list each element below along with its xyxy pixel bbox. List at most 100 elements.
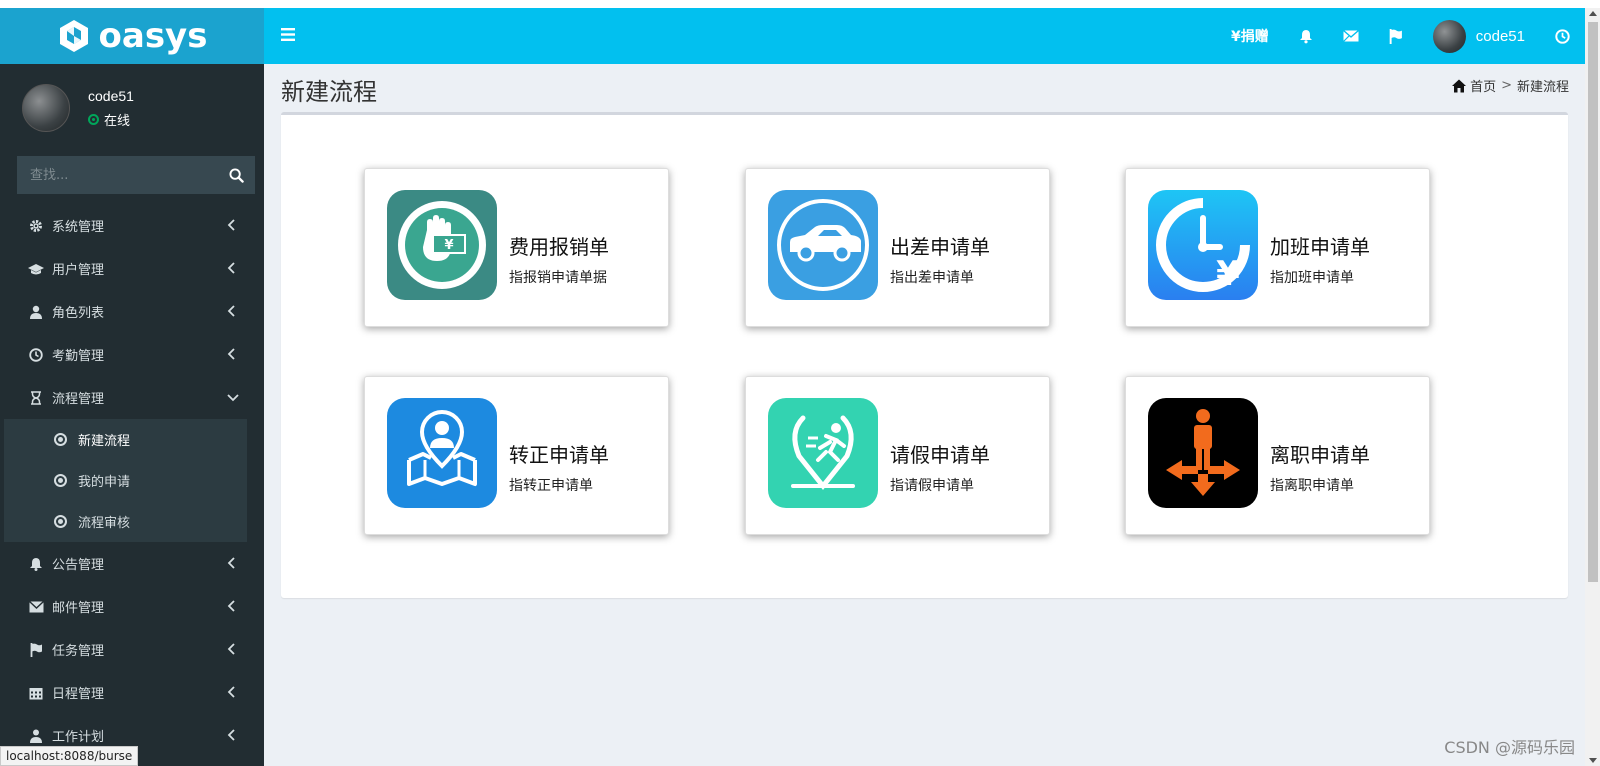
bell-icon xyxy=(1299,29,1312,43)
chevron-left-icon xyxy=(227,348,235,360)
card-subtitle: 指请假申请单 xyxy=(890,478,974,494)
sidebar-item-process[interactable]: 流程管理 xyxy=(0,376,264,419)
donate-link[interactable]: ¥捐赠 xyxy=(1216,8,1284,64)
sidebar-search xyxy=(17,156,255,194)
card-subtitle: 指出差申请单 xyxy=(890,270,974,286)
sidebar-subitem-label: 新建流程 xyxy=(78,434,131,449)
card-subtitle: 指离职申请单 xyxy=(1270,478,1354,494)
sidebar-item-users[interactable]: 用户管理 xyxy=(0,247,264,290)
page-title: 新建流程 xyxy=(281,78,377,106)
scroll-up-icon[interactable] xyxy=(1589,10,1597,18)
hamburger-menu-icon[interactable] xyxy=(281,28,295,41)
sidebar-subitem-label: 流程审核 xyxy=(78,516,131,531)
flag-icon xyxy=(1389,28,1402,44)
messages-button[interactable] xyxy=(1328,8,1374,64)
circle-dot-icon xyxy=(54,433,67,446)
chevron-down-icon xyxy=(227,394,239,402)
breadcrumb-current: 新建流程 xyxy=(1516,80,1569,95)
breadcrumb-separator: > xyxy=(1501,78,1512,93)
sidebar-item-label: 邮件管理 xyxy=(52,601,105,616)
svg-text:¥: ¥ xyxy=(444,238,453,253)
notifications-button[interactable] xyxy=(1284,8,1328,64)
car-icon xyxy=(768,190,878,300)
user-panel: code51 在线 xyxy=(22,84,134,132)
hourglass-icon xyxy=(28,390,44,406)
sidebar-item-attendance[interactable]: 考勤管理 xyxy=(0,333,264,376)
sidebar-item-label: 系统管理 xyxy=(52,220,105,235)
chevron-left-icon xyxy=(227,600,235,612)
sidebar-username: code51 xyxy=(88,87,134,104)
expense-icon: ¥ xyxy=(387,190,497,300)
card-title: 出差申请单 xyxy=(890,235,990,259)
logo-hex-icon xyxy=(59,20,88,52)
sidebar-menu: 系统管理 用户管理 角色列表 考勤管理 流程管理 新建流程 我的申请 流程审核 … xyxy=(0,204,264,757)
sidebar-subitem-new-process[interactable]: 新建流程 xyxy=(4,419,247,460)
sidebar-item-label: 工作计划 xyxy=(52,730,105,745)
sidebar-item-mail[interactable]: 邮件管理 xyxy=(0,585,264,628)
bell-icon xyxy=(28,556,44,572)
scroll-down-icon[interactable] xyxy=(1589,756,1597,764)
envelope-icon xyxy=(1342,30,1359,42)
sidebar-item-label: 公告管理 xyxy=(52,558,105,573)
card-subtitle: 指加班申请单 xyxy=(1270,270,1354,286)
sidebar: code51 在线 系统管理 xyxy=(0,64,264,766)
process-card-regularize[interactable]: 转正申请单 指转正申请单 xyxy=(364,376,669,535)
process-box: ¥ 费用报销单 指报销申请单据 出差申请单 指出差申请单 ¥ 加班申请单 指加班… xyxy=(281,112,1568,598)
gear-icon xyxy=(28,218,44,234)
regularize-icon xyxy=(387,398,497,508)
logo[interactable]: oasys xyxy=(0,8,264,64)
sidebar-item-schedule[interactable]: 日程管理 xyxy=(0,671,264,714)
online-status: 在线 xyxy=(88,110,134,129)
user-icon xyxy=(28,304,44,320)
graduation-cap-icon xyxy=(28,261,44,277)
process-card-resignation[interactable]: 离职申请单 指离职申请单 xyxy=(1125,376,1430,535)
process-card-leave[interactable]: 请假申请单 指请假申请单 xyxy=(745,376,1050,535)
search-input[interactable] xyxy=(17,156,217,194)
card-subtitle: 指报销申请单据 xyxy=(509,270,607,286)
sidebar-subitem-my-requests[interactable]: 我的申请 xyxy=(4,460,247,501)
breadcrumb: 首页 > 新建流程 xyxy=(1452,76,1569,95)
header-username: code51 xyxy=(1475,27,1525,45)
process-card-overtime[interactable]: ¥ 加班申请单 指加班申请单 xyxy=(1125,168,1430,327)
card-title: 离职申请单 xyxy=(1270,443,1370,467)
history-button[interactable] xyxy=(1540,8,1585,64)
chevron-left-icon xyxy=(227,305,235,317)
chevron-left-icon xyxy=(227,643,235,655)
sidebar-item-label: 角色列表 xyxy=(52,306,105,321)
card-subtitle: 指转正申请单 xyxy=(509,478,593,494)
circle-dot-icon xyxy=(54,474,67,487)
user-menu[interactable]: code51 xyxy=(1418,8,1540,64)
scrollbar-thumb[interactable] xyxy=(1588,22,1598,582)
home-icon xyxy=(1452,79,1467,92)
chevron-left-icon xyxy=(227,262,235,274)
tasks-flag-button[interactable] xyxy=(1374,8,1418,64)
card-title: 加班申请单 xyxy=(1270,235,1370,259)
breadcrumb-home-link[interactable]: 首页 xyxy=(1470,76,1496,95)
process-card-business-trip[interactable]: 出差申请单 指出差申请单 xyxy=(745,168,1050,327)
logo-text: oasys xyxy=(98,16,208,56)
online-dot-icon xyxy=(88,113,99,125)
sidebar-item-label: 流程管理 xyxy=(52,392,105,407)
sidebar-item-roles[interactable]: 角色列表 xyxy=(0,290,264,333)
sidebar-item-label: 日程管理 xyxy=(52,687,105,702)
sidebar-subitem-label: 我的申请 xyxy=(78,475,131,490)
avatar[interactable] xyxy=(22,84,70,132)
search-button[interactable] xyxy=(217,156,255,194)
sidebar-item-label: 用户管理 xyxy=(52,263,105,278)
sidebar-item-notice[interactable]: 公告管理 xyxy=(0,542,264,585)
sidebar-subitem-review[interactable]: 流程审核 xyxy=(4,501,247,542)
sidebar-item-system[interactable]: 系统管理 xyxy=(0,204,264,247)
card-title: 转正申请单 xyxy=(509,443,609,467)
process-submenu: 新建流程 我的申请 流程审核 xyxy=(4,419,247,542)
search-icon xyxy=(228,167,244,183)
process-card-expense[interactable]: ¥ 费用报销单 指报销申请单据 xyxy=(364,168,669,327)
card-title: 请假申请单 xyxy=(890,443,990,467)
top-navbar: ¥捐赠 code51 xyxy=(264,8,1585,64)
sidebar-item-tasks[interactable]: 任务管理 xyxy=(0,628,264,671)
sidebar-item-label: 考勤管理 xyxy=(52,349,105,364)
svg-text:¥: ¥ xyxy=(1216,254,1240,294)
chevron-left-icon xyxy=(227,686,235,698)
sidebar-item-label: 任务管理 xyxy=(52,644,105,659)
envelope-icon xyxy=(28,599,44,615)
clock-icon xyxy=(1555,28,1570,44)
